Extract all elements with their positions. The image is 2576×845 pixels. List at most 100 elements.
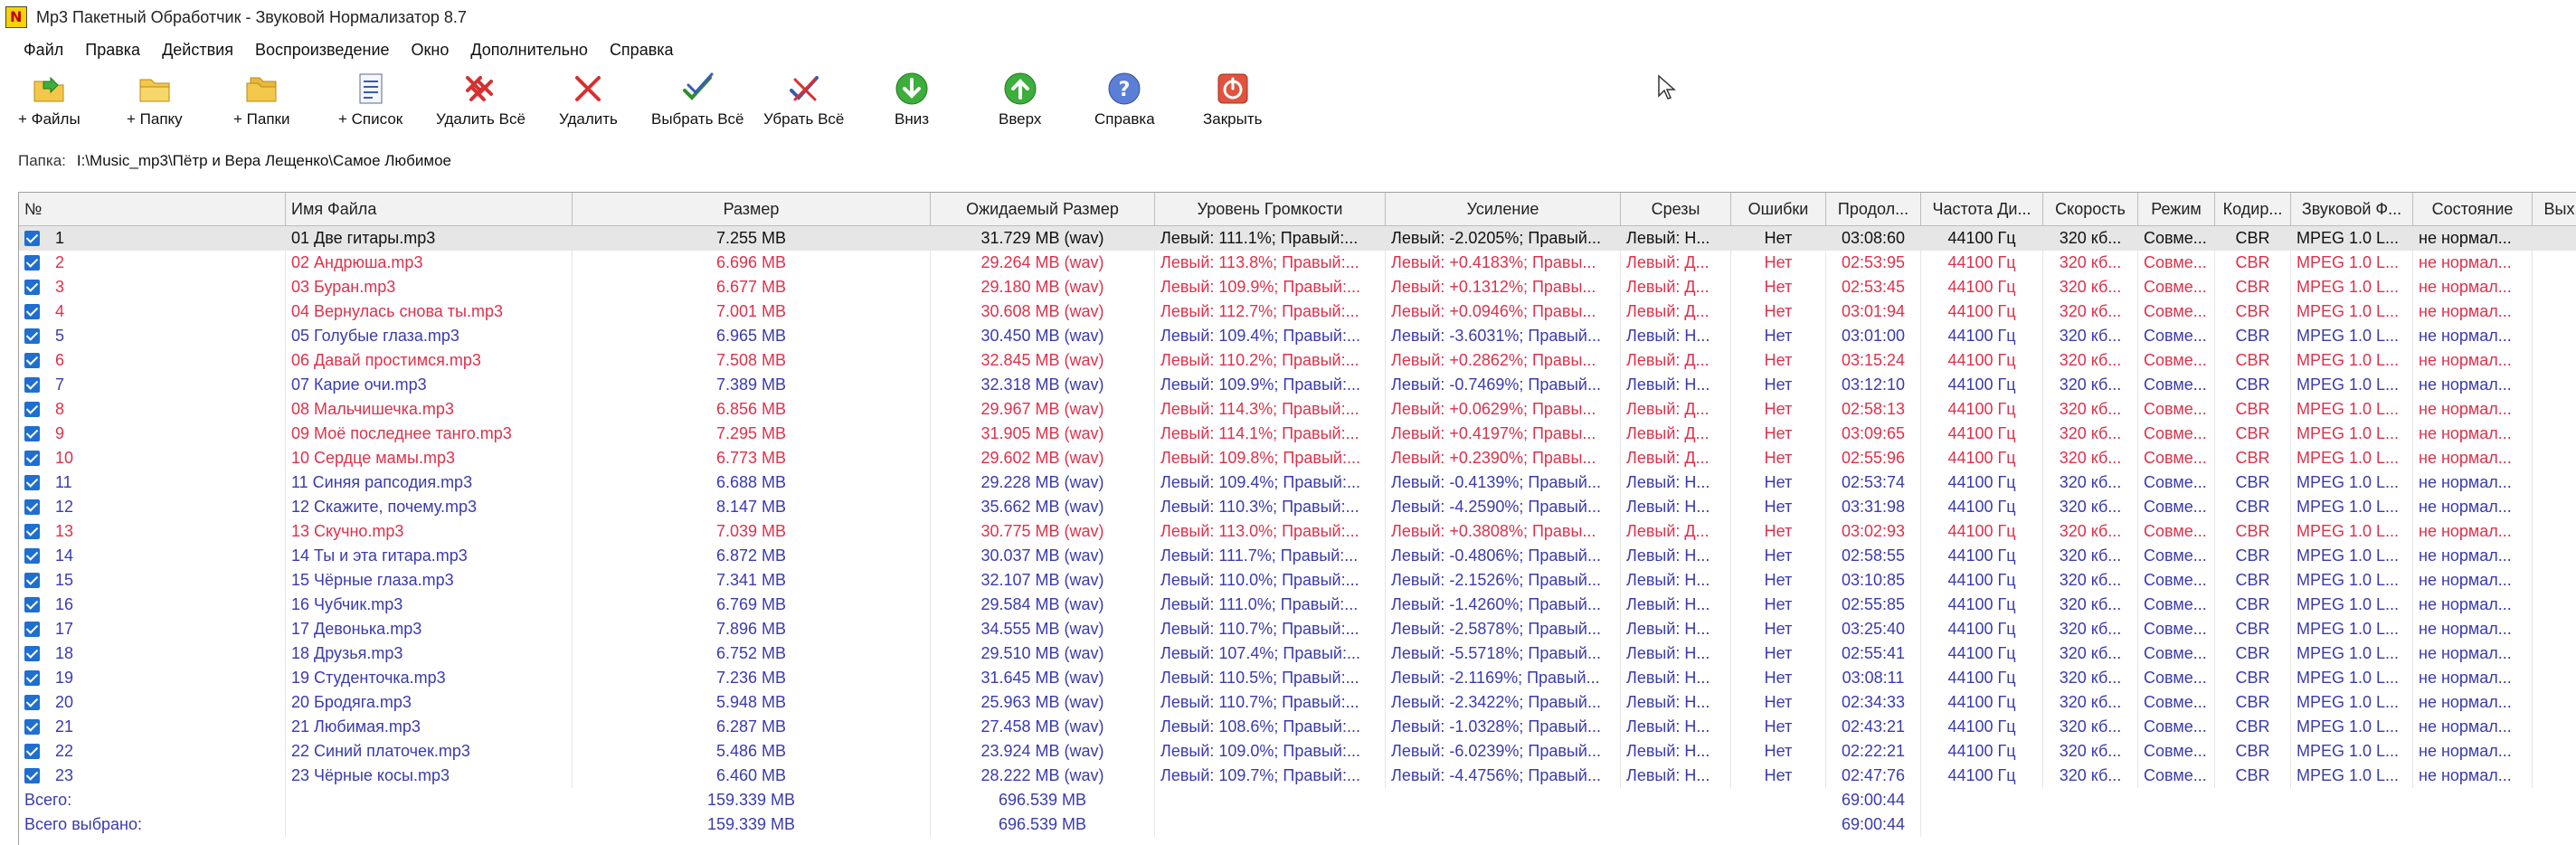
- column-header[interactable]: №: [19, 193, 286, 225]
- cell-dur: 02:22:21: [1826, 739, 1921, 764]
- row-checkbox[interactable]: [24, 573, 40, 588]
- table-row[interactable]: 10 10 Сердце мамы.mp3 6.773 MB 29.602 MB (w…: [19, 446, 2576, 470]
- table-row[interactable]: 22 22 Синий платочек.mp3 5.486 MB 23.924 MB…: [19, 739, 2576, 764]
- cell-errors: Нет: [1731, 373, 1826, 397]
- move-up-button[interactable]: Вверх: [999, 71, 1041, 136]
- column-header[interactable]: Размер: [573, 193, 931, 225]
- delete-all-button[interactable]: Удалить Всё: [436, 71, 526, 136]
- column-header[interactable]: Вых: [2533, 193, 2576, 225]
- column-header[interactable]: Усиление: [1386, 193, 1621, 225]
- row-checkbox[interactable]: [24, 475, 40, 490]
- add-list-button[interactable]: + Список: [338, 71, 402, 136]
- table-row[interactable]: 8 08 Мальчишечка.mp3 6.856 MB 29.967 MB (wa…: [19, 397, 2576, 422]
- table-row[interactable]: 21 21 Любимая.mp3 6.287 MB 27.458 MB (wav) Л…: [19, 715, 2576, 739]
- table-row[interactable]: 18 18 Друзья.mp3 6.752 MB 29.510 MB (wav) Ле…: [19, 641, 2576, 666]
- row-checkbox[interactable]: [24, 353, 40, 368]
- table-row[interactable]: 23 23 Чёрные косы.mp3 6.460 MB 28.222 MB (w…: [19, 764, 2576, 788]
- arrow-up-icon: [1004, 72, 1037, 105]
- row-checkbox[interactable]: [24, 280, 40, 295]
- row-checkbox[interactable]: [24, 548, 40, 564]
- cell-errors: Нет: [1731, 568, 1826, 593]
- column-header[interactable]: Скорость: [2043, 193, 2138, 225]
- row-checkbox[interactable]: [24, 719, 40, 735]
- row-checkbox[interactable]: [24, 597, 40, 612]
- row-checkbox[interactable]: [24, 426, 40, 441]
- table-row[interactable]: 13 13 Скучно.mp3 7.039 MB 30.775 MB (wav) Ле…: [19, 519, 2576, 544]
- menu-help[interactable]: Справка: [599, 41, 685, 60]
- table-row[interactable]: 7 07 Карие очи.mp3 7.389 MB 32.318 MB (wav)…: [19, 373, 2576, 397]
- table-row[interactable]: 14 14 Ты и эта гитара.mp3 6.872 MB 30.037 M…: [19, 544, 2576, 568]
- cell-errors: Нет: [1731, 226, 1826, 251]
- column-header[interactable]: Частота Ди...: [1921, 193, 2043, 225]
- cell-exp: 29.584 MB (wav): [931, 593, 1155, 617]
- column-header[interactable]: Состояние: [2413, 193, 2533, 225]
- table-row[interactable]: 3 03 Буран.mp3 6.677 MB 29.180 MB (wav) Левы…: [19, 275, 2576, 299]
- table-row[interactable]: 19 19 Студенточка.mp3 7.236 MB 31.645 MB (w…: [19, 666, 2576, 690]
- close-button[interactable]: Закрыть: [1203, 71, 1262, 136]
- add-folders-button[interactable]: + Папки: [233, 71, 289, 136]
- file-table[interactable]: № Имя Файла Размер Ожидаемый Размер Уровень …: [18, 192, 2576, 845]
- column-header[interactable]: Уровень Громкости: [1155, 193, 1386, 225]
- column-header[interactable]: Режим: [2138, 193, 2215, 225]
- cell-mode: Совме...: [2138, 593, 2215, 617]
- cell-gain: Левый: -0.4806%; Правый...: [1386, 544, 1621, 568]
- column-header[interactable]: Имя Файла: [286, 193, 573, 225]
- cell-mode: Совме...: [2138, 422, 2215, 446]
- table-row[interactable]: 4 04 Вернулась снова ты.mp3 7.001 MB 30.608…: [19, 299, 2576, 324]
- table-row[interactable]: 9 09 Моё последнее танго.mp3 7.295 MB 31.90…: [19, 422, 2576, 446]
- table-row[interactable]: 2 02 Андрюша.mp3 6.696 MB 29.264 MB (wav) Ле…: [19, 251, 2576, 275]
- row-checkbox[interactable]: [24, 524, 40, 539]
- deselect-all-button[interactable]: Убрать Всё: [763, 71, 844, 136]
- table-row[interactable]: 11 11 Синяя рапсодия.mp3 6.688 MB 29.228 MB…: [19, 470, 2576, 495]
- add-folder-button[interactable]: + Папку: [127, 71, 183, 136]
- row-checkbox[interactable]: [24, 646, 40, 661]
- column-header[interactable]: Кодир...: [2215, 193, 2291, 225]
- cell-fmt: MPEG 1.0 L...: [2291, 641, 2413, 666]
- row-checkbox[interactable]: [24, 377, 40, 393]
- table-row[interactable]: 16 16 Чубчик.mp3 6.769 MB 29.584 MB (wav) Ле…: [19, 593, 2576, 617]
- table-row[interactable]: 20 20 Бродяга.mp3 5.948 MB 25.963 MB (wav) Л…: [19, 690, 2576, 715]
- cell-clips: Левый: Н...: [1621, 373, 1731, 397]
- table-row[interactable]: 6 06 Давай простимся.mp3 7.508 MB 32.845 MB…: [19, 348, 2576, 373]
- add-files-button[interactable]: + Файлы: [18, 71, 80, 136]
- select-all-button[interactable]: Выбрать Всё: [651, 71, 744, 136]
- row-checkbox[interactable]: [24, 768, 40, 783]
- menu-playback[interactable]: Воспроизведение: [244, 41, 401, 60]
- row-checkbox[interactable]: [24, 255, 40, 271]
- row-checkbox[interactable]: [24, 328, 40, 344]
- row-checkbox[interactable]: [24, 622, 40, 637]
- menu-window[interactable]: Окно: [401, 41, 460, 60]
- row-checkbox[interactable]: [24, 744, 40, 759]
- menu-extra[interactable]: Дополнительно: [459, 41, 599, 60]
- row-checkbox[interactable]: [24, 231, 40, 246]
- cell-rate: 320 кб...: [2043, 470, 2138, 495]
- table-row[interactable]: 17 17 Девонька.mp3 7.896 MB 34.555 MB (wav)…: [19, 617, 2576, 641]
- table-row[interactable]: 1 01 Две гитары.mp3 7.255 MB 31.729 MB (wav…: [19, 226, 2576, 251]
- cell-errors: Нет: [1731, 495, 1826, 519]
- menu-file[interactable]: Файл: [13, 41, 74, 60]
- row-checkbox[interactable]: [24, 670, 40, 686]
- move-down-button[interactable]: Вниз: [894, 71, 930, 136]
- delete-button[interactable]: Удалить: [559, 71, 618, 136]
- table-row[interactable]: 5 05 Голубые глаза.mp3 6.965 MB 30.450 MB (…: [19, 324, 2576, 348]
- cell-exp: 32.318 MB (wav): [931, 373, 1155, 397]
- column-header[interactable]: Продол...: [1826, 193, 1921, 225]
- cell-num: 17: [19, 617, 286, 641]
- table-row[interactable]: 15 15 Чёрные глаза.mp3 7.341 MB 32.107 MB (…: [19, 568, 2576, 593]
- menu-actions[interactable]: Действия: [151, 41, 244, 60]
- column-header[interactable]: Ошибки: [1731, 193, 1826, 225]
- row-checkbox[interactable]: [24, 499, 40, 515]
- table-row[interactable]: 12 12 Скажите, почему.mp3 8.147 MB 35.662 M…: [19, 495, 2576, 519]
- column-header[interactable]: Звуковой Ф...: [2291, 193, 2413, 225]
- help-button[interactable]: ? Справка: [1094, 71, 1155, 136]
- column-header[interactable]: Срезы: [1621, 193, 1731, 225]
- folder-path[interactable]: I:\Music_mp3\Пётр и Вера Лещенко\Самое Л…: [77, 152, 451, 170]
- column-header[interactable]: Ожидаемый Размер: [931, 193, 1155, 225]
- row-checkbox[interactable]: [24, 304, 40, 319]
- total-label: Всего выбрано:: [19, 812, 286, 837]
- row-checkbox[interactable]: [24, 695, 40, 710]
- row-checkbox[interactable]: [24, 451, 40, 466]
- cell-rate: 320 кб...: [2043, 617, 2138, 641]
- menu-edit[interactable]: Правка: [74, 41, 151, 60]
- row-checkbox[interactable]: [24, 402, 40, 417]
